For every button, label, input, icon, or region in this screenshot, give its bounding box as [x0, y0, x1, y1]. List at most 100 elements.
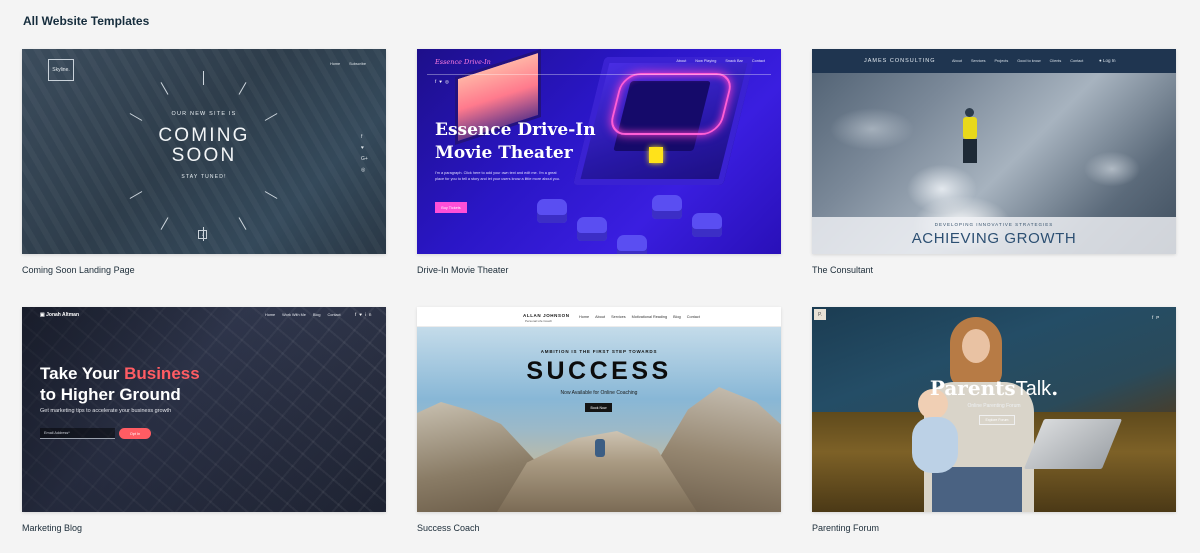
site-badge: P. [814, 309, 826, 320]
template-thumbnail[interactable]: Skyline. Home Subscribe OUR NEW SITE IS … [22, 49, 386, 254]
headline-line2: Movie Theater [435, 143, 573, 163]
nav-item: Home [329, 62, 341, 66]
nav-item: Now Playing [695, 59, 717, 63]
template-card-drive-in[interactable]: Essence Drive-In About Now Playing Snack… [417, 49, 781, 275]
nav-item: Blog [673, 315, 681, 319]
hero-headline: Take Your Business to Higher Ground [40, 363, 300, 405]
kicker-text: DEVELOPING INNOVATIVE STRATEGIES [934, 222, 1054, 227]
template-thumbnail[interactable]: ALLAN JOHNSON Personal Life Coach Home A… [417, 307, 781, 512]
site-wordmark: ParentsTalk. [929, 376, 1059, 400]
nav-item: Contact [327, 313, 341, 317]
nav-item: Home [579, 315, 590, 319]
template-name[interactable]: Success Coach [417, 523, 480, 533]
instagram-icon: ◎ [444, 79, 452, 84]
mother-jeans [932, 467, 1022, 512]
headline-accent: Business [124, 364, 200, 383]
car-illustration [577, 217, 607, 241]
nav-item: About [952, 59, 962, 63]
instagram-icon: ◎ [361, 167, 366, 173]
template-name[interactable]: Drive-In Movie Theater [417, 265, 508, 275]
site-logo: Essence Drive-In [435, 58, 491, 66]
tagline: STAY TUNED! [181, 174, 227, 180]
template-card-consultant[interactable]: JAMES CONSULTING About Services Projects… [812, 49, 1176, 275]
template-card-marketing-blog[interactable]: ▣ Jonah Altman Home Work With Me Blog Co… [22, 307, 386, 533]
car-illustration [537, 199, 567, 223]
explore-forum-button: Explore Forum [979, 415, 1015, 425]
logo-icon: ▣ [40, 312, 45, 318]
template-name[interactable]: Coming Soon Landing Page [22, 265, 135, 275]
nav-item: Contact [686, 315, 700, 319]
hero-headline: SUCCESS [526, 357, 672, 385]
linkedin-icon: in [364, 312, 375, 317]
header-divider [417, 326, 781, 327]
nav-item: Services [611, 315, 626, 319]
twitter-icon: ♥ [361, 145, 364, 151]
template-thumbnail[interactable]: P. fP ParentsTalk. Online Parenting Foru… [812, 307, 1176, 512]
social-bar: fP [1152, 315, 1162, 320]
mother-face [962, 329, 990, 363]
headline-line1: Essence Drive-In [435, 120, 596, 140]
nav-item: About [595, 315, 606, 319]
car-illustration [617, 235, 647, 254]
nav-item: Blog [312, 313, 321, 317]
kicker-text: OUR NEW SITE IS [171, 111, 237, 117]
social-bar: f ♥ G+ ◎ [361, 134, 368, 173]
cliff-center [497, 431, 697, 512]
hero-paragraph: I'm a paragraph. Click here to add your … [435, 171, 560, 181]
template-thumbnail[interactable]: ▣ Jonah Altman Home Work With Me Blog Co… [22, 307, 386, 512]
car-illustration [652, 195, 682, 219]
template-name[interactable]: Parenting Forum [812, 523, 879, 533]
headline-part2: to Higher Ground [40, 385, 181, 404]
site-nav: About Now Playing Snack Bar Contact [676, 59, 765, 63]
login-link: ● Log In [1099, 58, 1116, 63]
google-plus-icon: G+ [361, 156, 368, 162]
nav-item: Good to know [1017, 59, 1041, 63]
template-name[interactable]: Marketing Blog [22, 523, 82, 533]
hero-subtitle: Online Parenting Forum [967, 403, 1021, 409]
site-logo: ▣ Jonah Altman [40, 312, 79, 318]
header-divider [427, 74, 771, 75]
site-logo: JAMES CONSULTING [864, 58, 936, 64]
template-card-coming-soon[interactable]: Skyline. Home Subscribe OUR NEW SITE IS … [22, 49, 386, 275]
nav-item: Home [265, 313, 276, 317]
kicker-text: AMBITION IS THE FIRST STEP TOWARDS [540, 349, 658, 354]
template-thumbnail[interactable]: JAMES CONSULTING About Services Projects… [812, 49, 1176, 254]
social-bar: f♥◎ [435, 79, 452, 85]
climber-figure [595, 439, 605, 457]
nav-item: Contact [1070, 59, 1084, 63]
nav-item: Work With Me [282, 313, 306, 317]
site-nav: Home About Services Motivational Reading… [579, 315, 700, 319]
buy-tickets-button: Buy Tickets [435, 202, 467, 213]
nav-item: Projects [994, 59, 1009, 63]
hero-headline: Essence Drive-In Movie Theater [435, 119, 655, 165]
page-title: All Website Templates [23, 14, 150, 28]
hero-subtitle: Get marketing tips to accelerate your bu… [40, 408, 172, 414]
nav-item: Motivational Reading [631, 315, 668, 319]
pinterest-icon: P [1156, 315, 1163, 320]
nav-item: Clients [1049, 59, 1062, 63]
template-name[interactable]: The Consultant [812, 265, 873, 275]
site-nav: Home Work With Me Blog Contact [265, 313, 341, 317]
facebook-icon: f [361, 134, 363, 140]
nav-item: About [676, 59, 687, 63]
hero-headline: ACHIEVING GROWTH [911, 230, 1077, 247]
nav-item: Contact [751, 59, 765, 63]
hero-subtitle: Now Available for Online Coaching [560, 390, 638, 396]
nav-item: Subscribe [349, 62, 366, 66]
site-nav: About Services Projects Good to know Cli… [952, 59, 1083, 63]
email-field: Email Address* [40, 428, 115, 439]
book-now-button: Book Now [585, 403, 612, 412]
scroll-down-icon: ↓ [198, 230, 207, 239]
headline-line2: SOON [171, 145, 237, 166]
climber-jacket [963, 117, 977, 139]
headline-line1: COMING [158, 125, 250, 146]
opt-in-button: Opt In [119, 428, 151, 439]
climber-head [965, 108, 974, 117]
template-card-success-coach[interactable]: ALLAN JOHNSON Personal Life Coach Home A… [417, 307, 781, 533]
site-logo: Skyline. [48, 59, 74, 81]
social-bar: f♥in [355, 312, 374, 317]
nav-item: Services [970, 59, 986, 63]
baby-body [912, 417, 958, 473]
template-card-parenting-forum[interactable]: P. fP ParentsTalk. Online Parenting Foru… [812, 307, 1176, 533]
template-thumbnail[interactable]: Essence Drive-In About Now Playing Snack… [417, 49, 781, 254]
